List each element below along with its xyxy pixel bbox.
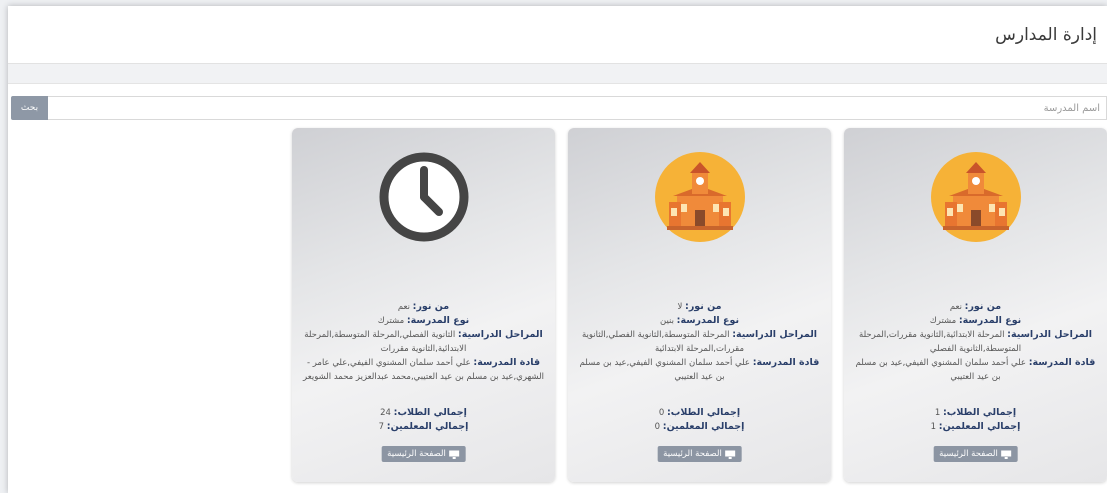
students-total-label: إجمالي الطلاب:: [393, 407, 467, 418]
home-page-button[interactable]: الصفحة الرئيسية: [657, 446, 742, 462]
school-card: من نور: نعم نوع المدرسة: مشترك المراحل ا…: [844, 128, 1107, 482]
school-totals: إجمالي الطلاب: 24 إجمالي المعلمين: 7: [302, 406, 545, 434]
noor-value: نعم: [397, 302, 410, 312]
school-type-value: مشترك: [929, 316, 957, 326]
home-page-button-label: الصفحة الرئيسية: [939, 449, 998, 459]
page-header: إدارة المدارس: [8, 6, 1107, 64]
leaders-label: قادة المدرسة:: [1028, 357, 1096, 368]
header-band: [8, 64, 1107, 84]
search-button[interactable]: بحث: [11, 96, 48, 120]
stages-value: الثانوية الفصلي,المرحلة المتوسطة,المرحلة…: [304, 330, 467, 354]
school-type-label: نوع المدرسة:: [676, 315, 740, 326]
teachers-total-value: 0: [654, 422, 661, 432]
school-totals: إجمالي الطلاب: 1 إجمالي المعلمين: 1: [854, 406, 1097, 434]
monitor-icon: [725, 450, 736, 459]
teachers-total-label: إجمالي المعلمين:: [386, 421, 469, 432]
noor-label: من نور:: [964, 301, 1002, 312]
noor-label: من نور:: [685, 301, 722, 312]
monitor-icon: [449, 450, 460, 459]
home-page-button[interactable]: الصفحة الرئيسية: [381, 446, 466, 462]
leaders-value: علي أحمد سلمان المشنوي الفيفي,عيد بن مسل…: [579, 358, 750, 382]
school-building-icon: [654, 152, 745, 242]
students-total-value: 0: [658, 408, 665, 418]
students-total-value: 24: [380, 408, 391, 418]
students-total-value: 1: [934, 408, 941, 418]
teachers-total-label: إجمالي المعلمين:: [662, 421, 745, 432]
leaders-value: علي أحمد سلمان المشنوي الفيفي,عيد بن مسل…: [855, 358, 1026, 382]
students-total-label: إجمالي الطلاب:: [666, 407, 741, 418]
leaders-label: قادة المدرسة:: [752, 357, 820, 368]
school-info: من نور: نعم نوع المدرسة: مشترك المراحل ا…: [854, 300, 1097, 384]
main-panel: إدارة المدارس بحث: [8, 6, 1107, 493]
school-type-value: بنين: [659, 316, 674, 326]
home-page-button-label: الصفحة الرئيسية: [663, 449, 722, 459]
teachers-total-value: 7: [378, 422, 385, 432]
monitor-icon: [1001, 450, 1012, 459]
school-totals: إجمالي الطلاب: 0 إجمالي المعلمين: 0: [578, 406, 821, 434]
stages-label: المراحل الدراسية:: [457, 329, 543, 340]
stages-value: المرحلة المتوسطة,الثانوية الفصلي,الثانوي…: [581, 330, 745, 354]
school-card: من نور: لا نوع المدرسة: بنين المراحل الد…: [568, 128, 831, 482]
noor-label: من نور:: [412, 301, 450, 312]
school-type-label: نوع المدرسة:: [958, 315, 1022, 326]
school-info: من نور: لا نوع المدرسة: بنين المراحل الد…: [578, 300, 821, 384]
noor-value: نعم: [949, 302, 962, 312]
home-page-button-label: الصفحة الرئيسية: [387, 449, 446, 459]
teachers-total-value: 1: [930, 422, 937, 432]
stages-value: المرحلة الابتدائية,الثانوية مقررات,المرح…: [859, 330, 1022, 354]
students-total-label: إجمالي الطلاب:: [942, 407, 1017, 418]
school-type-label: نوع المدرسة:: [406, 315, 470, 326]
clock-icon: [379, 152, 468, 242]
search-bar: بحث: [11, 96, 1107, 120]
noor-value: لا: [677, 302, 683, 312]
school-type-value: مشترك: [377, 316, 405, 326]
leaders-label: قادة المدرسة:: [473, 357, 541, 368]
school-card: من نور: نعم نوع المدرسة: مشترك المراحل ا…: [292, 128, 555, 482]
stages-label: المراحل الدراسية:: [1007, 329, 1092, 340]
school-building-icon: [930, 152, 1021, 242]
page-title: إدارة المدارس: [995, 24, 1097, 45]
home-page-button[interactable]: الصفحة الرئيسية: [933, 446, 1018, 462]
school-name-search-input[interactable]: [48, 96, 1107, 120]
school-cards: من نور: نعم نوع المدرسة: مشترك المراحل ا…: [292, 128, 1107, 482]
school-info: من نور: نعم نوع المدرسة: مشترك المراحل ا…: [302, 300, 545, 384]
stages-label: المراحل الدراسية:: [732, 329, 818, 340]
teachers-total-label: إجمالي المعلمين:: [938, 421, 1021, 432]
